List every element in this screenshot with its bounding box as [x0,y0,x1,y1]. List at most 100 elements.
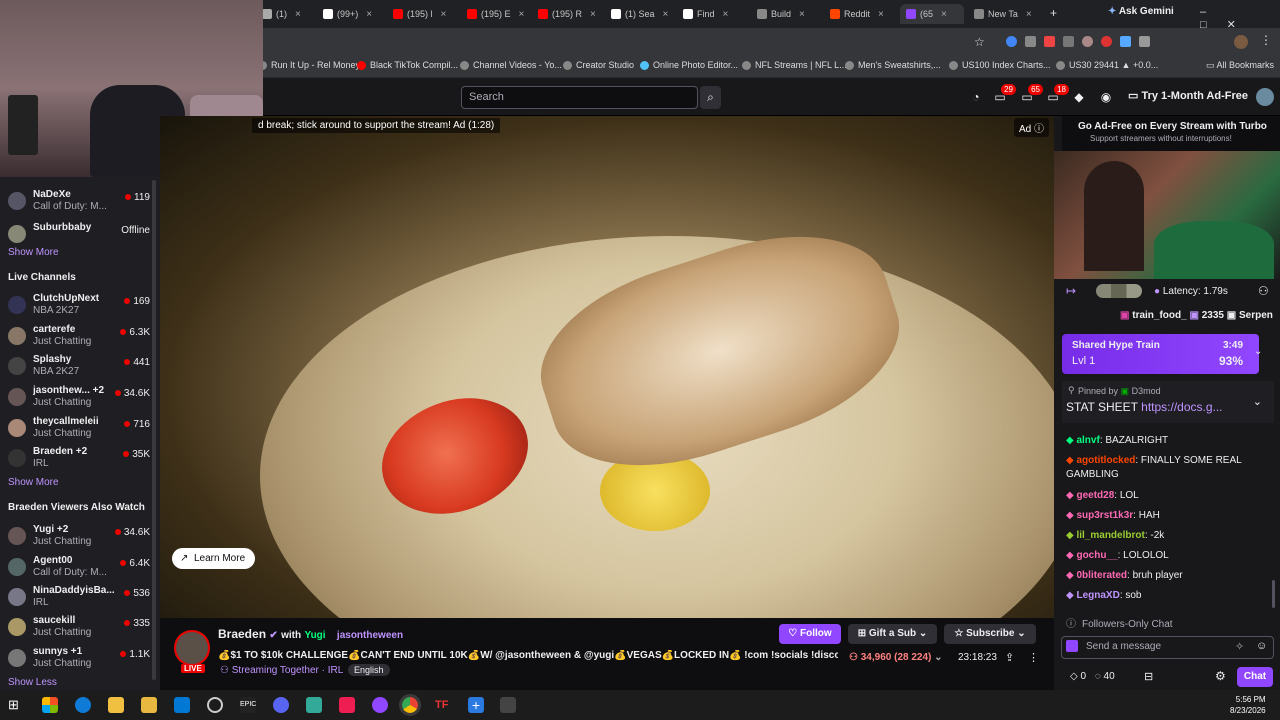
bookmark-item[interactable]: Run It Up - Rel Money [258,60,360,70]
app-icon[interactable] [306,697,322,713]
chat-username[interactable]: gochu__ [1076,550,1117,561]
viewer-count[interactable]: ⚇ 34,960 (28 224) ⌄ [849,652,943,663]
chat-username[interactable]: agotitlocked [1076,455,1135,466]
search-input[interactable]: Search [461,86,698,109]
show-more-link[interactable]: Show More [8,247,59,258]
close-icon[interactable]: × [441,9,447,20]
browser-tab[interactable]: Build × [757,4,819,24]
close-icon[interactable]: × [295,9,301,20]
hype-train-banner[interactable]: Shared Hype Train 3:49 Lvl 1 93% [1062,334,1259,374]
whispers-icon[interactable]: ▭ 65 [1019,84,1043,106]
clock-app-icon[interactable] [207,697,223,713]
sidebar-channel[interactable]: NaDeXe Call of Duty: M... 119 [8,188,150,220]
activity-icon[interactable]: ◔ [968,90,984,106]
app-dark-icon[interactable] [500,697,516,713]
sidebar-scrollbar[interactable] [152,180,156,680]
channel-points[interactable]: ◇ 0 ◌ 40 [1070,671,1115,682]
browser-tab[interactable]: (65 × [900,4,964,24]
chevron-down-icon[interactable]: ⌄ [1253,395,1262,408]
close-icon[interactable]: × [941,9,947,20]
epic-icon[interactable]: EPIC [240,697,256,713]
close-icon[interactable]: × [878,9,884,20]
copilot-icon[interactable] [42,697,58,713]
start-icon[interactable]: ⊞ [8,697,24,713]
chat-send-button[interactable]: Chat [1237,667,1273,687]
star-icon[interactable]: ☆ [974,35,985,49]
search-icon[interactable]: ⌕ [700,86,721,109]
sidebar-channel[interactable]: sunnys +1 Just Chatting 1.1K [8,645,150,677]
sidebar-channel[interactable]: carterefe Just Chatting 6.3K [8,323,150,355]
hype-expand-icon[interactable]: ⌄ [1254,346,1262,357]
subscribe-button[interactable]: ☆ Subscribe ⌄ [944,624,1036,644]
more-options-icon[interactable]: ⋮ [1028,651,1039,664]
sparkle-icon[interactable]: ✧ [1235,640,1244,653]
browser-tab[interactable]: Find × [683,4,745,24]
bookmark-item[interactable]: Channel Videos - Yo... [460,60,562,70]
bits-badge-icon[interactable] [1066,640,1078,652]
all-bookmarks[interactable]: ▭ All Bookmarks [1206,60,1274,71]
ad-info-tag[interactable]: Ad ⓘ [1014,118,1050,137]
tiktok-icon[interactable] [339,697,355,713]
menu-icon[interactable]: ⋮ [1260,33,1272,47]
app-purple-icon[interactable] [372,697,388,713]
chat-settings-icon[interactable]: ⚙ [1215,669,1226,683]
browser-tab[interactable]: (1) Sea × [611,4,673,24]
browser-tab[interactable]: (195) l × [393,4,455,24]
bookmark-item[interactable]: Online Photo Editor... [640,60,738,70]
close-icon[interactable]: × [366,9,372,20]
chat-video-preview[interactable] [1054,151,1280,279]
edge-icon[interactable] [75,697,91,713]
turbo-button[interactable]: ▭ Try 1-Month Ad-Free [1128,89,1248,102]
chat-username[interactable]: LegnaXD [1076,590,1119,601]
sidebar-channel[interactable]: theycallmeleii Just Chatting 716 [8,415,150,447]
plus-app-icon[interactable]: + [468,697,484,713]
chrome-icon[interactable] [399,694,421,716]
chat-username[interactable]: lil_mandelbrot [1076,530,1144,541]
close-icon[interactable]: × [519,9,525,20]
sidebar-channel[interactable]: Agent00 Call of Duty: M... 6.4K [8,554,150,586]
collapse-icon[interactable]: ↦ [1066,284,1076,298]
browser-tab[interactable]: (99+) × [323,4,385,24]
gifter-name[interactable]: train_food_ [1132,310,1186,321]
sidebar-channel[interactable]: Yugi +2 Just Chatting 34.6K [8,523,150,555]
streaming-together[interactable]: ⚇ Streaming Together · IRL [220,665,343,676]
browser-tab[interactable]: New Ta × [974,4,1036,24]
show-less-link[interactable]: Show Less [8,677,57,688]
users-icon[interactable]: ⚇ [1258,284,1269,298]
profile-avatar[interactable] [1234,35,1248,49]
close-icon[interactable]: × [663,9,669,20]
gifter-name-2[interactable]: Serpen [1239,310,1273,321]
discord-icon[interactable] [273,697,289,713]
outlook-icon[interactable] [174,697,190,713]
sidebar-channel[interactable]: NinaDaddyisBa... IRL 536 [8,584,150,616]
predictions-icon[interactable]: ⊟ [1144,670,1153,683]
follow-button[interactable]: ♡ Follow [779,624,841,644]
chat-username[interactable]: geetd28 [1076,490,1114,501]
bits-icon[interactable]: ◆ [1071,90,1087,106]
notes-icon[interactable] [141,697,157,713]
explorer-icon[interactable] [108,697,124,713]
learn-more-button[interactable]: ↗ Learn More [172,548,255,569]
sidebar-channel[interactable]: Splashy NBA 2K27 441 [8,353,150,385]
bookmark-item[interactable]: Black TikTok Compil... [357,60,458,70]
close-icon[interactable]: × [799,9,805,20]
collab-yugi[interactable]: Yugi [304,630,325,641]
sidebar-channel[interactable]: saucekill Just Chatting 335 [8,614,150,646]
browser-tab[interactable]: (195) R × [538,4,600,24]
close-icon[interactable]: × [590,9,596,20]
browser-tab[interactable]: (195) E × [467,4,529,24]
user-avatar[interactable] [1256,88,1274,106]
pinned-message[interactable]: ⚲ Pinned by ▣ D3mod STAT SHEET https://d… [1062,381,1274,423]
turbo-ad[interactable]: Go Ad-Free on Every Stream with Turbo Su… [1062,116,1280,151]
sidebar-channel[interactable]: jasonthew... +2 Just Chatting 34.6K [8,384,150,416]
collab-jason[interactable]: jasontheween [337,630,403,641]
new-tab-button[interactable]: + [1050,6,1057,20]
inbox-icon[interactable]: ▭ 29 [992,84,1016,106]
show-more-link[interactable]: Show More [8,477,59,488]
ask-gemini-button[interactable]: ✦ Ask Gemini [1108,6,1174,17]
bookmark-item[interactable]: Men's Sweatshirts,... [845,60,941,70]
bookmark-item[interactable]: US30 29441 ▲ +0.0... [1056,60,1158,70]
chat-username[interactable]: sup3rst1k3r [1076,510,1133,521]
emote-picker-icon[interactable]: ☺ [1256,640,1267,652]
pinned-link[interactable]: https://docs.g... [1141,400,1222,414]
